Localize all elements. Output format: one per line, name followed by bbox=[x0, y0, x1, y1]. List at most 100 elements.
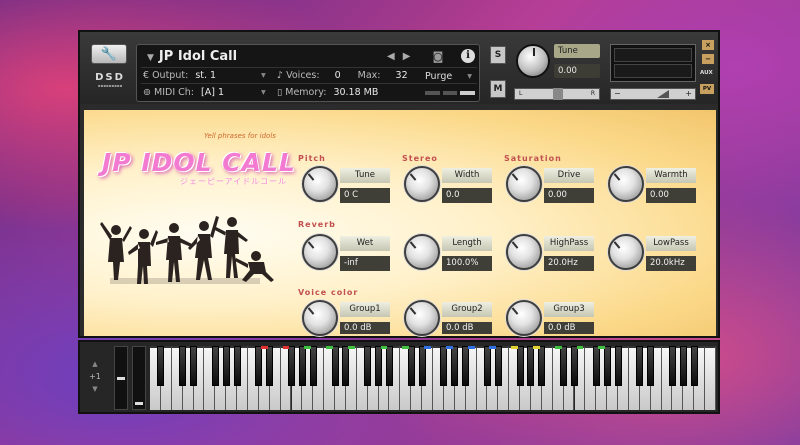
info-icon[interactable]: i bbox=[461, 49, 475, 63]
octave-control[interactable]: ▲ +1 ▼ bbox=[86, 360, 104, 393]
purge-dropdown[interactable]: Purge ▾ bbox=[425, 71, 472, 82]
volume-slider[interactable]: − + bbox=[610, 88, 696, 100]
black-key[interactable] bbox=[483, 346, 491, 386]
instrument-header: 🔧 DSD ▪▪▪▪▪▪▪▪▪ ▼ JP Idol Call ◀▶ ◙ i € O… bbox=[80, 32, 718, 104]
white-key[interactable] bbox=[705, 346, 716, 410]
piano-keys[interactable] bbox=[150, 346, 716, 410]
black-key[interactable] bbox=[233, 346, 241, 386]
black-key[interactable] bbox=[266, 346, 274, 386]
key-led bbox=[467, 346, 475, 349]
black-key[interactable] bbox=[407, 346, 415, 386]
octave-down-icon[interactable]: ▼ bbox=[86, 385, 104, 393]
black-key[interactable] bbox=[157, 346, 165, 386]
black-key[interactable] bbox=[288, 346, 295, 386]
memory-row: ▯ Memory: 30.18 MB bbox=[277, 87, 378, 98]
edit-wrench-button[interactable]: 🔧 bbox=[91, 44, 127, 64]
key-led bbox=[445, 346, 453, 349]
width-knob[interactable] bbox=[404, 166, 440, 202]
black-key[interactable] bbox=[690, 346, 698, 386]
black-key[interactable] bbox=[560, 346, 568, 386]
black-key[interactable] bbox=[190, 346, 197, 386]
wet-value[interactable]: -inf bbox=[340, 256, 390, 271]
black-key[interactable] bbox=[418, 346, 426, 386]
group1-knob[interactable] bbox=[302, 300, 338, 336]
width-value[interactable]: 0.0 bbox=[442, 188, 492, 203]
black-key[interactable] bbox=[255, 346, 263, 386]
solo-button[interactable]: S bbox=[490, 46, 506, 64]
tune-knob[interactable] bbox=[302, 166, 338, 202]
section-voice-color: Voice color bbox=[298, 288, 359, 297]
black-key[interactable] bbox=[375, 346, 383, 386]
mod-wheel[interactable] bbox=[114, 346, 128, 410]
black-key[interactable] bbox=[592, 346, 600, 386]
black-key[interactable] bbox=[668, 346, 676, 386]
minimize-button[interactable]: − bbox=[702, 54, 714, 64]
black-key[interactable] bbox=[179, 346, 187, 386]
midi-value: [A] 1 bbox=[201, 87, 225, 98]
black-key[interactable] bbox=[647, 346, 655, 386]
close-button[interactable]: × bbox=[702, 40, 714, 50]
camera-icon[interactable]: ◙ bbox=[429, 50, 447, 64]
output-row[interactable]: € Output: st. 1 ▾ bbox=[143, 70, 266, 81]
black-key[interactable] bbox=[309, 346, 317, 386]
black-key[interactable] bbox=[451, 346, 459, 386]
logo-caption: ▪▪▪▪▪▪▪▪▪ bbox=[97, 83, 123, 88]
highpass-knob[interactable] bbox=[506, 234, 542, 270]
black-key[interactable] bbox=[614, 346, 622, 386]
drive-value[interactable]: 0.00 bbox=[544, 188, 594, 203]
group2-value[interactable]: 0.0 dB bbox=[442, 322, 492, 334]
group3-value[interactable]: 0.0 dB bbox=[544, 322, 594, 334]
highpass-value[interactable]: 20.0Hz bbox=[544, 256, 594, 271]
length-value[interactable]: 100.0% bbox=[442, 256, 492, 271]
cpu-meter bbox=[425, 91, 476, 95]
group1-value[interactable]: 0.0 dB bbox=[340, 322, 390, 334]
lowpass-value[interactable]: 20.0kHz bbox=[646, 256, 696, 271]
black-key[interactable] bbox=[538, 346, 546, 386]
prev-next-arrows[interactable]: ◀▶ bbox=[387, 51, 418, 62]
black-key[interactable] bbox=[298, 346, 306, 386]
tune-value[interactable]: 0 C bbox=[340, 188, 390, 203]
black-key[interactable] bbox=[571, 346, 578, 386]
black-key[interactable] bbox=[331, 346, 339, 386]
midi-row[interactable]: ⊚ MIDI Ch: [A] 1 ▾ bbox=[143, 87, 266, 98]
pitch-wheel[interactable] bbox=[132, 346, 146, 410]
lowpass-knob[interactable] bbox=[608, 234, 644, 270]
master-tune-value[interactable]: 0.00 bbox=[554, 64, 600, 78]
octave-up-icon[interactable]: ▲ bbox=[86, 360, 104, 368]
wet-knob[interactable] bbox=[302, 234, 338, 270]
warmth-value[interactable]: 0.00 bbox=[646, 188, 696, 203]
pan-handle[interactable] bbox=[553, 88, 563, 100]
max-value[interactable]: 32 bbox=[396, 70, 408, 81]
black-key[interactable] bbox=[222, 346, 230, 386]
warmth-knob[interactable] bbox=[608, 166, 644, 202]
black-key[interactable] bbox=[679, 346, 687, 386]
black-key[interactable] bbox=[516, 346, 524, 386]
black-key[interactable] bbox=[636, 346, 644, 386]
instrument-name[interactable]: ▼ JP Idol Call bbox=[147, 49, 237, 64]
black-key[interactable] bbox=[494, 346, 502, 386]
black-key[interactable] bbox=[440, 346, 448, 386]
black-key[interactable] bbox=[364, 346, 372, 386]
volume-handle[interactable] bbox=[657, 90, 669, 98]
key-led bbox=[554, 346, 562, 349]
black-key[interactable] bbox=[527, 346, 535, 386]
pv-button[interactable]: PV bbox=[700, 84, 714, 94]
aux-button[interactable]: AUX bbox=[700, 70, 713, 76]
octave-value: +1 bbox=[89, 372, 101, 381]
drive-knob[interactable] bbox=[506, 166, 542, 202]
mute-button[interactable]: M bbox=[490, 80, 506, 98]
black-key[interactable] bbox=[603, 346, 611, 386]
master-tune-knob[interactable] bbox=[516, 44, 550, 78]
next-icon[interactable]: ▶ bbox=[403, 51, 419, 62]
prev-icon[interactable]: ◀ bbox=[387, 51, 403, 62]
group3-knob[interactable] bbox=[506, 300, 542, 336]
pan-slider[interactable]: L R bbox=[514, 88, 600, 100]
black-key[interactable] bbox=[211, 346, 219, 386]
black-key[interactable] bbox=[342, 346, 350, 386]
black-key[interactable] bbox=[462, 346, 470, 386]
black-key[interactable] bbox=[385, 346, 393, 386]
group2-knob[interactable] bbox=[404, 300, 440, 336]
japanese-subtitle: ジェーピーアイドルコール bbox=[180, 177, 288, 186]
voices-row: ♪ Voices: 0 Max: 32 bbox=[277, 70, 408, 81]
length-knob[interactable] bbox=[404, 234, 440, 270]
